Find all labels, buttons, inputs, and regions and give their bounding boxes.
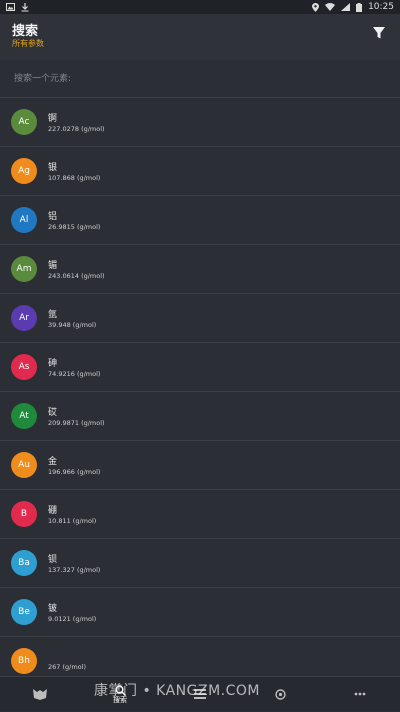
element-name: 砷 [48, 359, 58, 369]
more-icon [354, 692, 366, 696]
element-badge: Al [11, 207, 37, 233]
element-badge: As [11, 354, 37, 380]
element-symbol: Ag [18, 166, 30, 176]
element-badge: Be [11, 599, 37, 625]
element-name: 钡 [48, 555, 58, 565]
status-right: 10:25 [312, 2, 394, 12]
element-weight: 9.0121 (g/mol) [48, 615, 97, 623]
element-weight: 74.9216 (g/mol) [48, 370, 101, 378]
element-weight: 227.0278 (g/mol) [48, 125, 105, 133]
list-item-au[interactable]: Au 金 196.966 (g/mol) [0, 441, 400, 490]
list-item-al[interactable]: Al 铝 26.9815 (g/mol) [0, 196, 400, 245]
element-badge: Ac [11, 109, 37, 135]
page-subtitle: 所有参数 [12, 39, 44, 48]
element-name: 镅 [48, 261, 58, 271]
element-symbol: At [19, 411, 29, 421]
status-bar: 10:25 [0, 0, 400, 14]
element-symbol: Al [19, 215, 29, 225]
battery-icon [356, 2, 363, 12]
list-item-be[interactable]: Be 铍 9.0121 (g/mol) [0, 588, 400, 637]
element-weight: 26.9815 (g/mol) [48, 223, 101, 231]
element-name: 硼 [48, 506, 58, 516]
nav-item-more[interactable] [335, 677, 385, 712]
element-badge: Au [11, 452, 37, 478]
wifi-icon [325, 3, 336, 11]
list-item-as[interactable]: As 砷 74.9216 (g/mol) [0, 343, 400, 392]
element-list: Ac 锕 227.0278 (g/mol) Ag 银 107.868 (g/mo… [0, 98, 400, 676]
element-badge: Am [11, 256, 37, 282]
filter-button[interactable] [372, 25, 386, 39]
element-symbol: Ba [18, 558, 30, 568]
element-symbol: As [18, 362, 30, 372]
signal-icon [341, 3, 351, 11]
element-symbol: Ac [18, 117, 30, 127]
search-row [0, 60, 400, 98]
element-badge: Ba [11, 550, 37, 576]
status-time: 10:25 [368, 2, 394, 12]
element-symbol: Be [18, 607, 30, 617]
nav-item-table[interactable] [15, 677, 65, 712]
image-icon [6, 3, 15, 11]
element-weight: 137.327 (g/mol) [48, 566, 101, 574]
element-name: 砹 [48, 408, 58, 418]
element-badge: At [11, 403, 37, 429]
element-symbol: Ar [19, 313, 29, 323]
filter-icon [373, 27, 385, 39]
page-title: 搜索 [12, 24, 39, 39]
list-item-bh[interactable]: Bh 267 (g/mol) [0, 637, 400, 676]
app-bar: 搜索 所有参数 [0, 14, 400, 60]
location-icon [312, 2, 320, 12]
element-name: 银 [48, 163, 58, 173]
element-symbol: Au [18, 460, 30, 470]
element-weight: 196.966 (g/mol) [48, 468, 101, 476]
list-item-at[interactable]: At 砹 209.9871 (g/mol) [0, 392, 400, 441]
element-name: 氩 [48, 310, 58, 320]
element-weight: 107.868 (g/mol) [48, 174, 101, 182]
search-input[interactable] [12, 72, 376, 85]
element-weight: 10.811 (g/mol) [48, 517, 97, 525]
list-item-b[interactable]: B 硼 10.811 (g/mol) [0, 490, 400, 539]
status-left [6, 2, 29, 12]
element-weight: 209.9871 (g/mol) [48, 419, 105, 427]
element-badge: Ar [11, 305, 37, 331]
element-weight: 39.948 (g/mol) [48, 321, 97, 329]
periodic-table-icon [33, 689, 47, 700]
element-weight: 267 (g/mol) [48, 663, 86, 671]
element-name: 铝 [48, 212, 58, 222]
nav-item-tools[interactable] [255, 677, 305, 712]
list-item-ag[interactable]: Ag 银 107.868 (g/mol) [0, 147, 400, 196]
molecule-icon [274, 688, 286, 700]
element-name: 锕 [48, 114, 58, 124]
watermark: 康掌门 • KANGZM.COM [94, 683, 260, 699]
element-symbol: B [20, 509, 28, 519]
element-weight: 243.0614 (g/mol) [48, 272, 105, 280]
list-item-ac[interactable]: Ac 锕 227.0278 (g/mol) [0, 98, 400, 147]
element-badge: B [11, 501, 37, 527]
element-badge: Bh [11, 648, 37, 674]
list-item-ba[interactable]: Ba 钡 137.327 (g/mol) [0, 539, 400, 588]
element-symbol: Bh [18, 656, 30, 666]
element-name: 金 [48, 457, 58, 467]
element-name: 铍 [48, 604, 58, 614]
element-symbol: Am [16, 264, 32, 274]
download-icon [21, 2, 29, 11]
list-item-am[interactable]: Am 镅 243.0614 (g/mol) [0, 245, 400, 294]
list-item-ar[interactable]: Ar 氩 39.948 (g/mol) [0, 294, 400, 343]
element-badge: Ag [11, 158, 37, 184]
